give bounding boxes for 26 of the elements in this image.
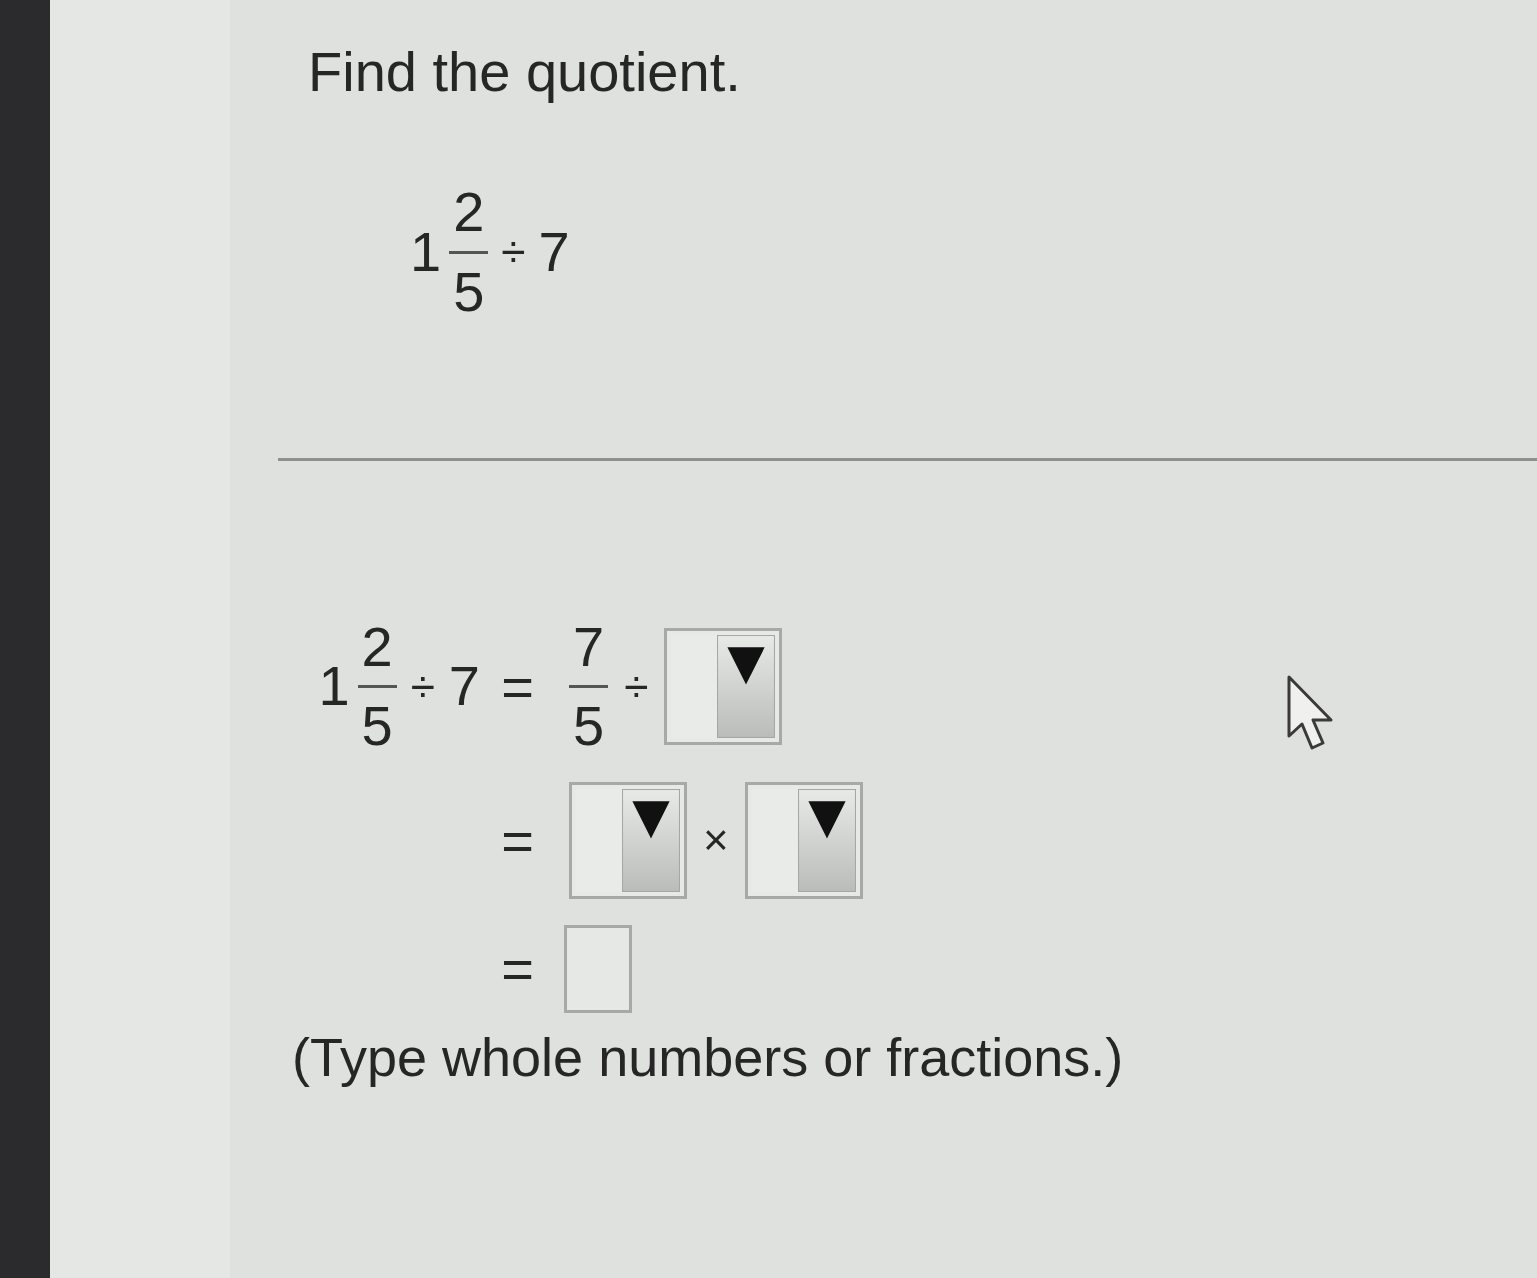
number: 7 <box>448 657 480 717</box>
question-prompt: Find the quotient. <box>308 39 742 105</box>
dropdown[interactable] <box>569 782 687 900</box>
operator-sign: × <box>703 816 729 865</box>
dropdown[interactable] <box>664 628 783 746</box>
instruction-text: (Type whole numbers or fractions.) <box>292 1026 1125 1090</box>
equals-sign: = <box>500 656 535 718</box>
operator-sign: ÷ <box>410 662 435 712</box>
caret-down-icon <box>797 789 856 893</box>
operator-sign: ÷ <box>624 662 649 712</box>
caret-down-icon <box>717 635 776 739</box>
operator-sign: ÷ <box>501 228 526 277</box>
numerator: 7 <box>572 617 606 677</box>
whole-number: 1 <box>318 657 350 717</box>
caret-down-icon <box>622 789 680 893</box>
equals-sign: = <box>500 809 535 872</box>
denominator: 5 <box>360 697 394 757</box>
denominator: 5 <box>572 697 606 757</box>
denominator: 5 <box>452 262 486 322</box>
pointer-cursor-icon <box>1286 674 1334 752</box>
numerator: 2 <box>360 617 394 677</box>
dropdown[interactable] <box>744 782 863 900</box>
equals-sign: = <box>500 938 535 1000</box>
number: 7 <box>538 222 570 282</box>
whole-number: 1 <box>410 222 442 282</box>
numerator: 2 <box>452 183 486 242</box>
